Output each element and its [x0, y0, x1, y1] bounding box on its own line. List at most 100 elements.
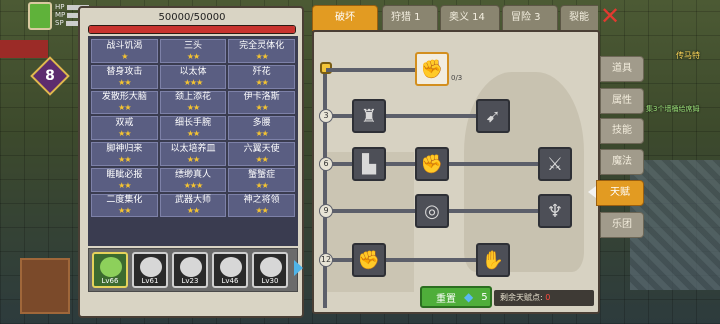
party-member-portrait[interactable]: Lv23: [172, 252, 208, 288]
skill-name: 伊卡洛斯: [243, 92, 280, 103]
portrait-scroll-right-icon[interactable]: [294, 260, 303, 276]
player-level: 8: [45, 68, 55, 84]
remaining-label: 剩余天赋点:: [500, 293, 543, 302]
raised-fist-icon: ✊: [357, 249, 381, 271]
world-rug: [20, 258, 70, 314]
skill-name: 三头: [183, 40, 202, 51]
skill-stars: ★★: [255, 103, 268, 113]
sword-slash-talent-node[interactable]: ⚔: [538, 147, 572, 181]
remaining-value: 0: [545, 293, 551, 302]
tab-destroy[interactable]: 破坏: [312, 5, 378, 31]
skill-stars: ★★: [255, 51, 268, 61]
demon-head-talent-node[interactable]: ♆: [538, 194, 572, 228]
skill-cell[interactable]: 六翼天使 ★★: [228, 142, 295, 166]
party-member-portrait[interactable]: Lv61: [132, 252, 168, 288]
skill-cell[interactable]: 歼花 ★★: [228, 64, 295, 89]
skill-name: 缥缈真人: [174, 169, 211, 180]
skill-stars: ★★★: [183, 77, 203, 87]
remaining-talent-points: 剩余天赋点: 0: [494, 290, 594, 306]
boot-icon: ▙: [362, 153, 376, 175]
reset-talents-button[interactable]: 重置 ◆ 5: [420, 286, 492, 308]
skill-cell[interactable]: 替身攻击 ★★: [91, 64, 158, 89]
skill-cell[interactable]: 二度集化 ★★: [91, 193, 158, 218]
fist-talent-node[interactable]: ✋: [476, 243, 510, 277]
skill-stars: ★★: [118, 206, 131, 216]
skill-cell[interactable]: 双戒 ★★: [91, 116, 158, 140]
skill-name: 战斗饥渴: [106, 40, 143, 51]
skill-name: 睚眦必报: [106, 169, 143, 180]
skill-name: 武器大师: [174, 195, 211, 206]
skill-stars: ★★: [255, 206, 268, 216]
talent-tree-panel: 3 6 9 12 ✊ 0/3 ♜ ➹ ▙ ✊ ⚔ ◎ ♆ ✊ ✋ 重置 ◆ 5 …: [312, 30, 600, 314]
skill-cell[interactable]: 战斗饥渴 ★: [91, 39, 158, 63]
character-face-icon: [180, 257, 202, 277]
tab-rift[interactable]: 裂能: [560, 5, 598, 31]
side-tab-items[interactable]: 道具: [600, 56, 644, 82]
tab-arcane[interactable]: 奥义 14: [440, 5, 500, 31]
skill-cell[interactable]: 多腰 ★★: [228, 116, 295, 140]
talent-row-number: 6: [319, 157, 333, 171]
hp-text: 50000/50000: [158, 12, 226, 23]
skill-stars: ★★: [118, 180, 131, 190]
arrow-strike-talent-node[interactable]: ➹: [476, 99, 510, 133]
skill-cell[interactable]: 神之将领 ★★: [228, 193, 295, 218]
skill-name: 替身攻击: [106, 66, 143, 77]
skill-cell[interactable]: 脚神归来 ★★: [91, 142, 158, 166]
party-member-portrait[interactable]: Lv66: [92, 252, 128, 288]
hp-bar: [88, 25, 296, 34]
ground-ring-talent-node[interactable]: ◎: [415, 194, 449, 228]
side-tab-attributes[interactable]: 属性: [600, 88, 644, 114]
skill-cell[interactable]: 缥缈真人 ★★★: [159, 167, 227, 192]
torso-talent-node[interactable]: ♜: [352, 99, 386, 133]
raised-fist-talent-node[interactable]: ✊: [352, 243, 386, 277]
party-member-portrait[interactable]: Lv46: [212, 252, 248, 288]
arm-wrestle-talent-node[interactable]: ✊: [415, 52, 449, 86]
skill-cell[interactable]: 完全灵体化 ★★: [228, 39, 295, 63]
skill-cell[interactable]: 睚眦必报 ★★: [91, 167, 158, 192]
player-avatar[interactable]: [28, 2, 52, 30]
skill-stars: ★★: [186, 154, 200, 164]
side-tab-band[interactable]: 乐团: [600, 212, 644, 238]
skill-cell[interactable]: 细长手腕 ★★: [159, 116, 227, 140]
demon-head-icon: ♆: [546, 200, 564, 222]
arrow-strike-icon: ➹: [485, 105, 501, 127]
skill-cell[interactable]: 伊卡洛斯 ★★: [228, 90, 295, 115]
portrait-level: Lv46: [221, 277, 239, 285]
portrait-level: Lv23: [181, 277, 199, 285]
side-tab-talent[interactable]: 天赋: [596, 180, 644, 206]
side-tab-magic[interactable]: 魔法: [600, 149, 644, 175]
fist-punch-talent-node[interactable]: ✊: [415, 147, 449, 181]
skill-cell[interactable]: 武器大师 ★★: [159, 193, 227, 218]
skill-cell[interactable]: 三头 ★★: [159, 39, 227, 63]
close-icon[interactable]: ✕: [597, 4, 623, 30]
skill-cell[interactable]: 以太培养皿 ★★: [159, 142, 227, 166]
skill-name: 以太培养皿: [170, 143, 216, 154]
skill-name: 神之将领: [243, 195, 280, 206]
party-portraits: Lv66 Lv61 Lv23 Lv46 Lv30: [88, 248, 298, 292]
skill-name: 六翼天使: [243, 143, 280, 154]
skill-stars: ★★: [255, 180, 268, 190]
skill-name: 发散形大脑: [101, 92, 147, 103]
skill-cell[interactable]: 颈上添花 ★★: [159, 90, 227, 115]
boot-talent-node[interactable]: ▙: [352, 147, 386, 181]
skill-stars: ★★: [186, 103, 200, 113]
skill-cell[interactable]: 蟹蟹症 ★★: [228, 167, 295, 192]
party-member-portrait[interactable]: Lv30: [252, 252, 288, 288]
talent-node-count: 0/3: [451, 74, 463, 82]
skill-name: 细长手腕: [174, 118, 211, 129]
diamond-icon: ◆: [464, 290, 474, 304]
skill-cell[interactable]: 以太体 ★★★: [159, 64, 227, 89]
arm-wrestle-icon: ✊: [420, 58, 444, 80]
reset-label: 重置: [436, 293, 456, 305]
tab-adventure[interactable]: 冒险 3: [502, 5, 558, 31]
skill-cell[interactable]: 发散形大脑 ★★: [91, 90, 158, 115]
character-face-icon: [220, 257, 242, 277]
side-tab-skills[interactable]: 技能: [600, 118, 644, 144]
world-npc-label: 传马特: [676, 51, 700, 60]
skill-stars: ★★: [118, 77, 131, 87]
skill-stars: ★★: [186, 129, 200, 139]
skill-name: 以太体: [179, 66, 207, 77]
skill-stars: ★★: [118, 129, 131, 139]
tab-hunt[interactable]: 狩猎 1: [382, 5, 438, 31]
character-face-icon: [260, 257, 282, 277]
